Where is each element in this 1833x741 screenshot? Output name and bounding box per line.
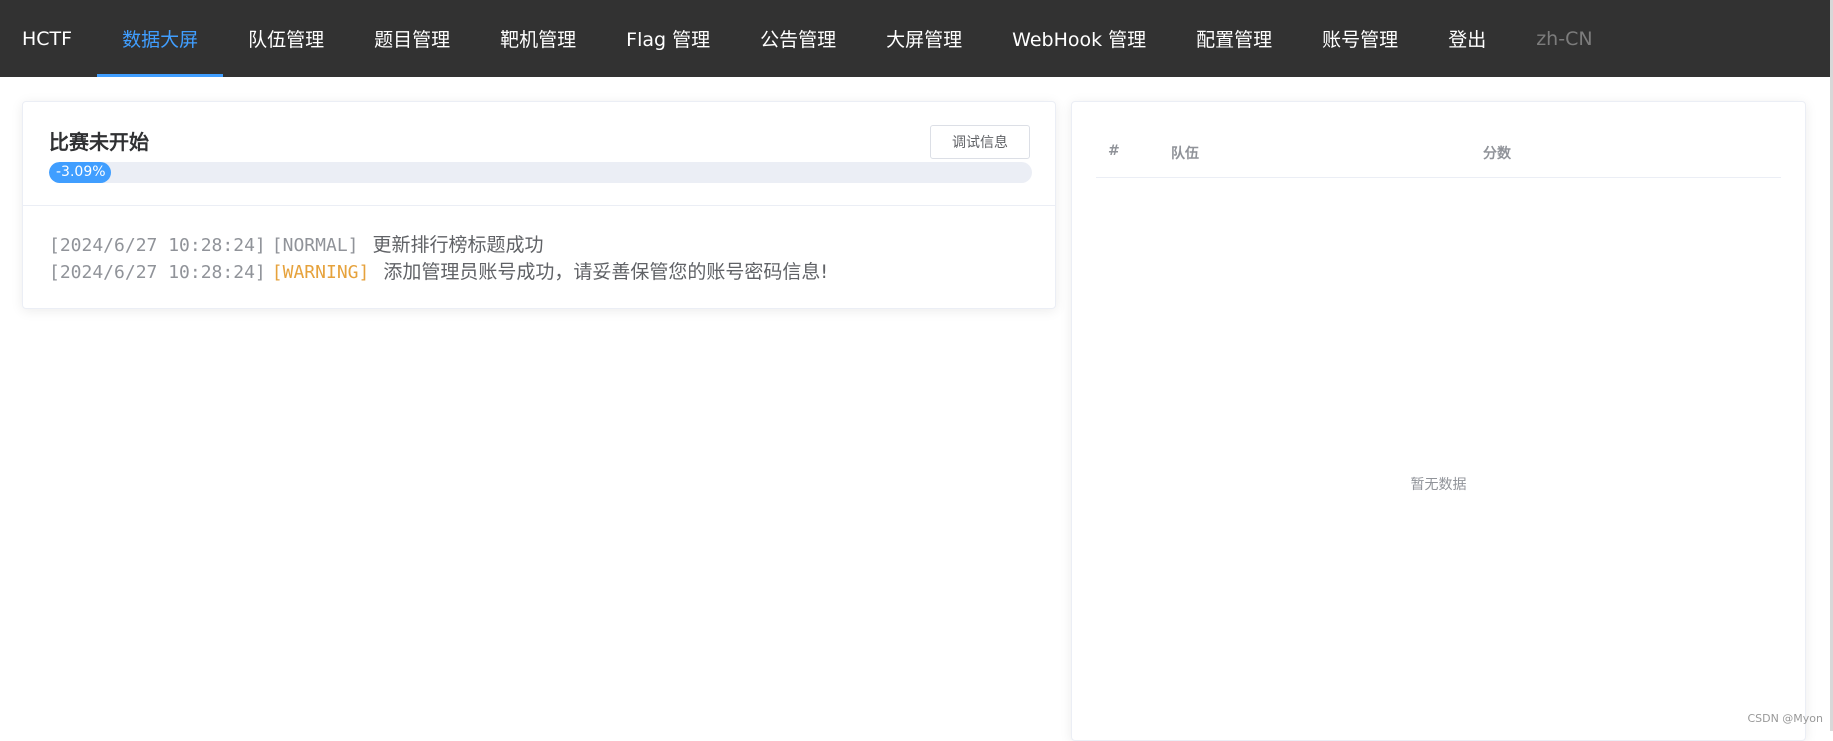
log-timestamp: [2024/6/27 10:28:24] — [49, 235, 266, 256]
log-entry: [2024/6/27 10:28:24] [NORMAL] 更新排行榜标题成功 — [49, 232, 828, 259]
log-message: 更新排行榜标题成功 — [373, 234, 544, 256]
ranking-table-header: # 队伍 分数 — [1096, 126, 1781, 178]
watermark: CSDN @Myon⁠ — [1747, 712, 1823, 725]
competition-status-title: 比赛未开始 — [49, 126, 149, 155]
column-header-team[interactable]: 队伍 — [1171, 143, 1199, 163]
nav-item-webhook-management[interactable]: WebHook 管理 — [987, 0, 1171, 77]
nav-item-challenge-management[interactable]: 题目管理 — [349, 0, 475, 77]
column-header-score[interactable]: 分数 — [1483, 143, 1511, 163]
nav-item-flag-management[interactable]: Flag 管理 — [601, 0, 735, 77]
log-list: [2024/6/27 10:28:24] [NORMAL] 更新排行榜标题成功 … — [49, 232, 828, 286]
progress-fill: -3.09% — [49, 162, 111, 183]
empty-state-text: 暂无数据 — [1072, 474, 1805, 494]
ranking-card: # 队伍 分数 暂无数据 — [1071, 101, 1806, 741]
nav-item-target-management[interactable]: 靶机管理 — [475, 0, 601, 77]
nav-item-screen-management[interactable]: 大屏管理 — [861, 0, 987, 77]
column-header-rank[interactable]: # — [1108, 143, 1120, 159]
status-card-header: 比赛未开始 调试信息 -3.09% — [23, 102, 1055, 206]
top-navigation: HCTF 数据大屏 队伍管理 题目管理 靶机管理 Flag 管理 公告管理 大屏… — [0, 0, 1833, 77]
progress-bar: -3.09% — [49, 162, 1032, 183]
brand-logo[interactable]: HCTF — [0, 0, 97, 77]
log-entry: [2024/6/27 10:28:24] [WARNING] 添加管理员账号成功… — [49, 259, 828, 286]
nav-item-account-management[interactable]: 账号管理 — [1297, 0, 1423, 77]
log-level-normal: [NORMAL] — [272, 235, 359, 256]
log-message: 添加管理员账号成功，请妥善保管您的账号密码信息! — [383, 261, 828, 283]
debug-info-button[interactable]: 调试信息 — [930, 125, 1030, 159]
nav-item-team-management[interactable]: 队伍管理 — [223, 0, 349, 77]
nav-item-logout[interactable]: 登出 — [1423, 0, 1511, 77]
language-switch[interactable]: zh-CN — [1511, 0, 1617, 77]
nav-item-config-management[interactable]: 配置管理 — [1171, 0, 1297, 77]
log-timestamp: [2024/6/27 10:28:24] — [49, 262, 266, 283]
nav-item-dashboard[interactable]: 数据大屏 — [97, 0, 223, 77]
log-level-warning: [WARNING] — [272, 262, 370, 283]
competition-status-card: 比赛未开始 调试信息 -3.09% [2024/6/27 10:28:24] [… — [22, 101, 1056, 309]
nav-item-notice-management[interactable]: 公告管理 — [735, 0, 861, 77]
